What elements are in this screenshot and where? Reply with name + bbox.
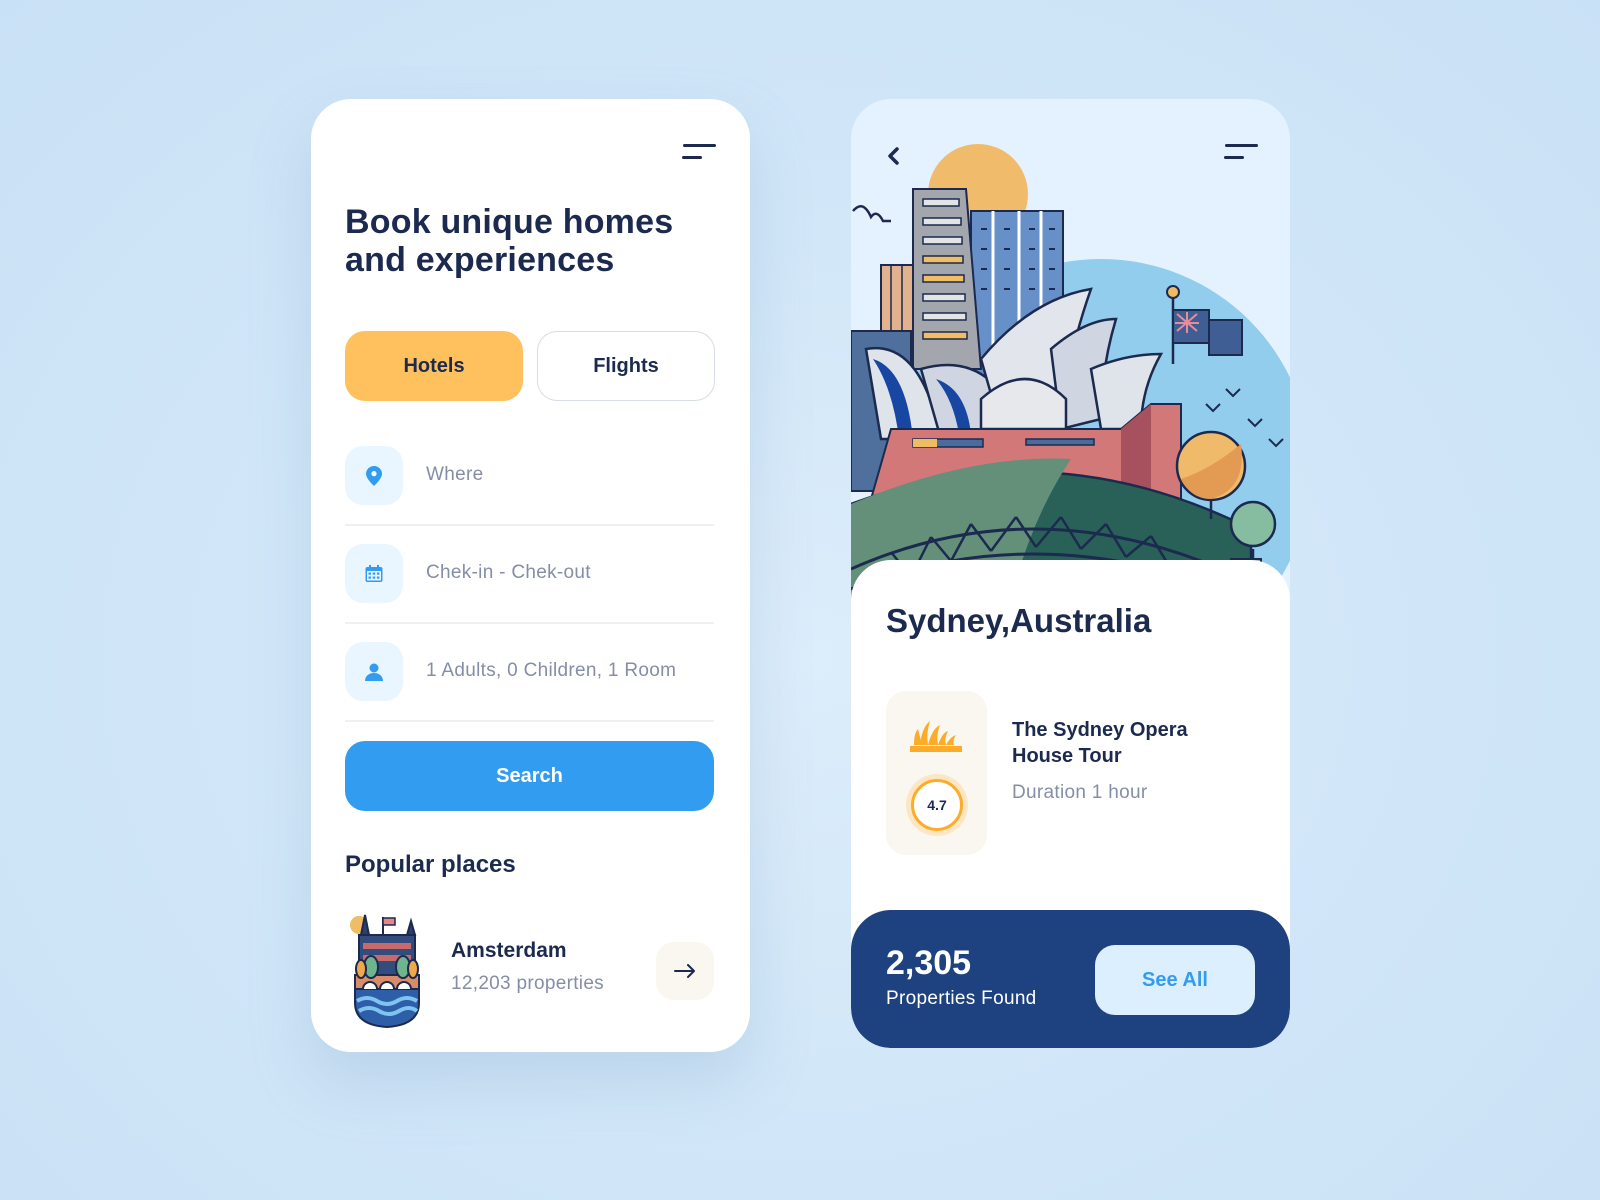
tab-flights[interactable]: Flights <box>537 331 715 401</box>
guests-input[interactable]: 1 Adults, 0 Children, 1 Room <box>426 660 676 682</box>
guests-field[interactable]: 1 Adults, 0 Children, 1 Room <box>345 642 714 740</box>
search-screen: Book unique homes and experiences Hotels… <box>311 99 750 1052</box>
popular-places-heading: Popular places <box>345 851 516 878</box>
calendar-icon <box>345 544 403 603</box>
tab-hotels[interactable]: Hotels <box>345 331 523 401</box>
dates-input[interactable]: Chek-in - Chek-out <box>426 562 591 584</box>
arrow-right-icon <box>674 964 695 978</box>
divider <box>345 524 714 526</box>
amsterdam-illustration <box>350 914 420 1029</box>
opera-house-icon <box>910 721 962 752</box>
search-button[interactable]: Search <box>345 741 714 811</box>
divider <box>345 720 714 722</box>
arrow-right-button[interactable] <box>656 942 714 1000</box>
person-icon <box>345 642 403 701</box>
results-count: 2,305 <box>886 944 972 982</box>
tour-tile[interactable]: 4.7 <box>886 691 987 855</box>
tour-title[interactable]: The Sydney Opera House Tour <box>1012 717 1232 769</box>
results-label: Properties Found <box>886 988 1037 1009</box>
page-title: Book unique homes and experiences <box>345 203 674 279</box>
see-all-button[interactable]: See All <box>1095 945 1255 1015</box>
chevron-left-icon <box>888 147 899 165</box>
rating-badge: 4.7 <box>911 779 963 831</box>
dates-field[interactable]: Chek-in - Chek-out <box>345 544 714 642</box>
where-input[interactable]: Where <box>426 464 483 486</box>
location-pin-icon <box>345 446 403 505</box>
menu-icon[interactable] <box>682 141 716 163</box>
results-bar: 2,305 Properties Found See All <box>851 910 1290 1048</box>
tour-duration: Duration 1 hour <box>1012 782 1148 803</box>
list-item[interactable]: Amsterdam 12,203 properties <box>345 911 714 1031</box>
place-properties-count: 12,203 properties <box>451 973 604 994</box>
divider <box>345 622 714 624</box>
where-field[interactable]: Where <box>345 446 714 544</box>
sydney-illustration <box>851 144 1290 599</box>
place-name: Amsterdam <box>451 939 567 962</box>
back-button[interactable] <box>881 141 905 171</box>
city-title: Sydney,Australia <box>886 602 1152 639</box>
destination-screen: Sydney,Australia 4.7 The Sydney Opera Ho… <box>851 99 1290 1048</box>
menu-icon[interactable] <box>1224 141 1258 163</box>
